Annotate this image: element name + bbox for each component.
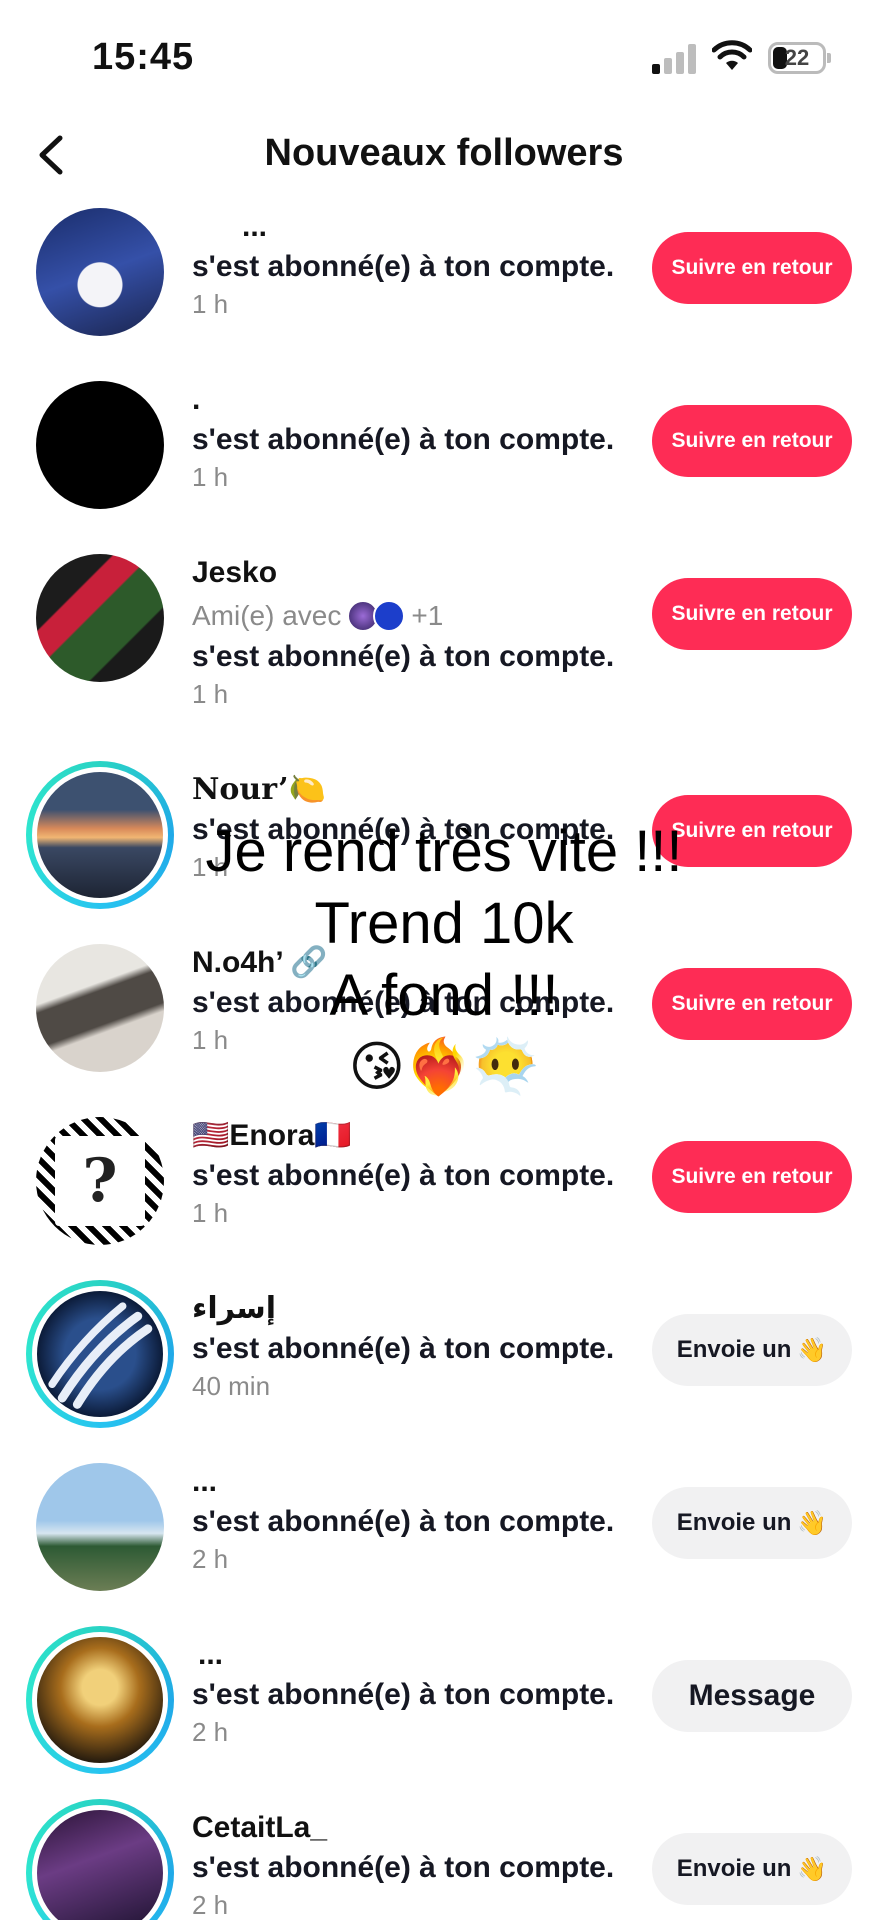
username[interactable]: 🇺🇸Enora🇫🇷	[192, 1117, 632, 1157]
username[interactable]: Jesko	[192, 554, 632, 594]
username[interactable]: إسراء	[192, 1290, 632, 1330]
battery-level: 22	[784, 45, 810, 70]
time-ago: 1 h	[192, 1198, 229, 1228]
action-text: s'est abonné(e) à ton compte.	[192, 1851, 615, 1884]
mutual-avatar	[373, 600, 406, 632]
header: Nouveaux followers	[0, 120, 888, 190]
avatar-story-ring[interactable]	[26, 1280, 174, 1428]
time-ago: 2 h	[192, 1890, 229, 1920]
avatar[interactable]	[36, 554, 164, 682]
follower-row[interactable]: ... s'est abonné(e) à ton compte. 1 h Su…	[0, 198, 888, 371]
time-ago: 40 min	[192, 1371, 271, 1401]
followers-list: ... s'est abonné(e) à ton compte. 1 h Su…	[0, 198, 888, 1920]
action-text: s'est abonné(e) à ton compte.	[192, 813, 615, 846]
wave-icon: 👋	[797, 1336, 828, 1364]
follower-row[interactable]: إسراء s'est abonné(e) à ton compte. 40 m…	[0, 1280, 888, 1453]
time-ago: 1 h	[192, 1025, 229, 1055]
follower-row[interactable]: ? 🇺🇸Enora🇫🇷 s'est abonné(e) à ton compte…	[0, 1107, 888, 1280]
status-bar: 15:45 22	[0, 0, 888, 110]
action-text: s'est abonné(e) à ton compte.	[192, 250, 615, 283]
action-text: s'est abonné(e) à ton compte.	[192, 1159, 615, 1192]
wave-icon: 👋	[797, 1855, 828, 1883]
time-ago: 1 h	[192, 852, 229, 882]
username[interactable]: ...	[192, 208, 632, 248]
action-text: s'est abonné(e) à ton compte.	[192, 986, 615, 1019]
follower-row[interactable]: N.o4h’ 🔗 s'est abonné(e) à ton compte. 1…	[0, 934, 888, 1107]
username[interactable]: ...	[192, 1463, 632, 1503]
avatar-story-ring[interactable]	[26, 1799, 174, 1920]
time-ago: 2 h	[192, 1544, 229, 1574]
follow-back-button[interactable]: Suivre en retour	[652, 405, 852, 477]
time-ago: 1 h	[192, 679, 229, 709]
username[interactable]: CetaitLa_	[192, 1809, 632, 1849]
avatar[interactable]	[36, 208, 164, 336]
follow-back-button[interactable]: Suivre en retour	[652, 795, 852, 867]
follower-row[interactable]: Jesko Ami(e) avec +1 s'est abonné(e) à t…	[0, 544, 888, 761]
avatar-story-ring[interactable]	[26, 761, 174, 909]
action-text: s'est abonné(e) à ton compte.	[192, 1505, 615, 1538]
follower-row[interactable]: CetaitLa_ s'est abonné(e) à ton compte. …	[0, 1799, 888, 1920]
follower-row[interactable]: Nour’🍋 s'est abonné(e) à ton compte. 1 h…	[0, 761, 888, 934]
time-ago: 1 h	[192, 462, 229, 492]
message-button[interactable]: Message	[652, 1660, 852, 1732]
action-text: s'est abonné(e) à ton compte.	[192, 423, 615, 456]
wave-button[interactable]: Envoie un 👋	[652, 1314, 852, 1386]
time-ago: 1 h	[192, 289, 229, 319]
wave-button-label: Envoie un	[676, 1509, 792, 1536]
battery-icon: 22	[768, 42, 831, 74]
username[interactable]: N.o4h’ 🔗	[192, 944, 632, 984]
follow-back-button[interactable]: Suivre en retour	[652, 968, 852, 1040]
avatar[interactable]	[36, 1463, 164, 1591]
avatar-story-ring[interactable]	[26, 1626, 174, 1774]
follower-row[interactable]: ... s'est abonné(e) à ton compte. 2 h Me…	[0, 1626, 888, 1799]
wave-button-label: Envoie un	[676, 1336, 792, 1363]
status-time: 15:45	[92, 36, 195, 78]
page-title: Nouveaux followers	[264, 132, 624, 174]
wave-button[interactable]: Envoie un 👋	[652, 1833, 852, 1905]
mutual-extra: +1	[411, 600, 444, 631]
wave-button-label: Envoie un	[676, 1855, 792, 1882]
avatar[interactable]	[36, 381, 164, 509]
follow-back-button[interactable]: Suivre en retour	[652, 1141, 852, 1213]
wifi-icon	[712, 40, 752, 70]
wave-button[interactable]: Envoie un 👋	[652, 1487, 852, 1559]
avatar[interactable]: ?	[36, 1117, 164, 1245]
username[interactable]: Nour’🍋	[192, 771, 632, 811]
action-text: s'est abonné(e) à ton compte.	[192, 1678, 615, 1711]
time-ago: 2 h	[192, 1717, 229, 1747]
wave-icon: 👋	[797, 1509, 828, 1537]
mutual-friends: Ami(e) avec +1	[192, 594, 632, 638]
signal-icon	[652, 44, 698, 74]
action-text: s'est abonné(e) à ton compte.	[192, 640, 615, 673]
username[interactable]: .	[192, 381, 632, 421]
follow-back-button[interactable]: Suivre en retour	[652, 578, 852, 650]
avatar[interactable]	[36, 944, 164, 1072]
action-text: s'est abonné(e) à ton compte.	[192, 1332, 615, 1365]
follower-row[interactable]: . s'est abonné(e) à ton compte. 1 h Suiv…	[0, 371, 888, 544]
follow-back-button[interactable]: Suivre en retour	[652, 232, 852, 304]
mutual-label: Ami(e) avec	[192, 600, 342, 631]
username[interactable]: ...	[192, 1636, 632, 1676]
follower-row[interactable]: ... s'est abonné(e) à ton compte. 2 h En…	[0, 1453, 888, 1626]
